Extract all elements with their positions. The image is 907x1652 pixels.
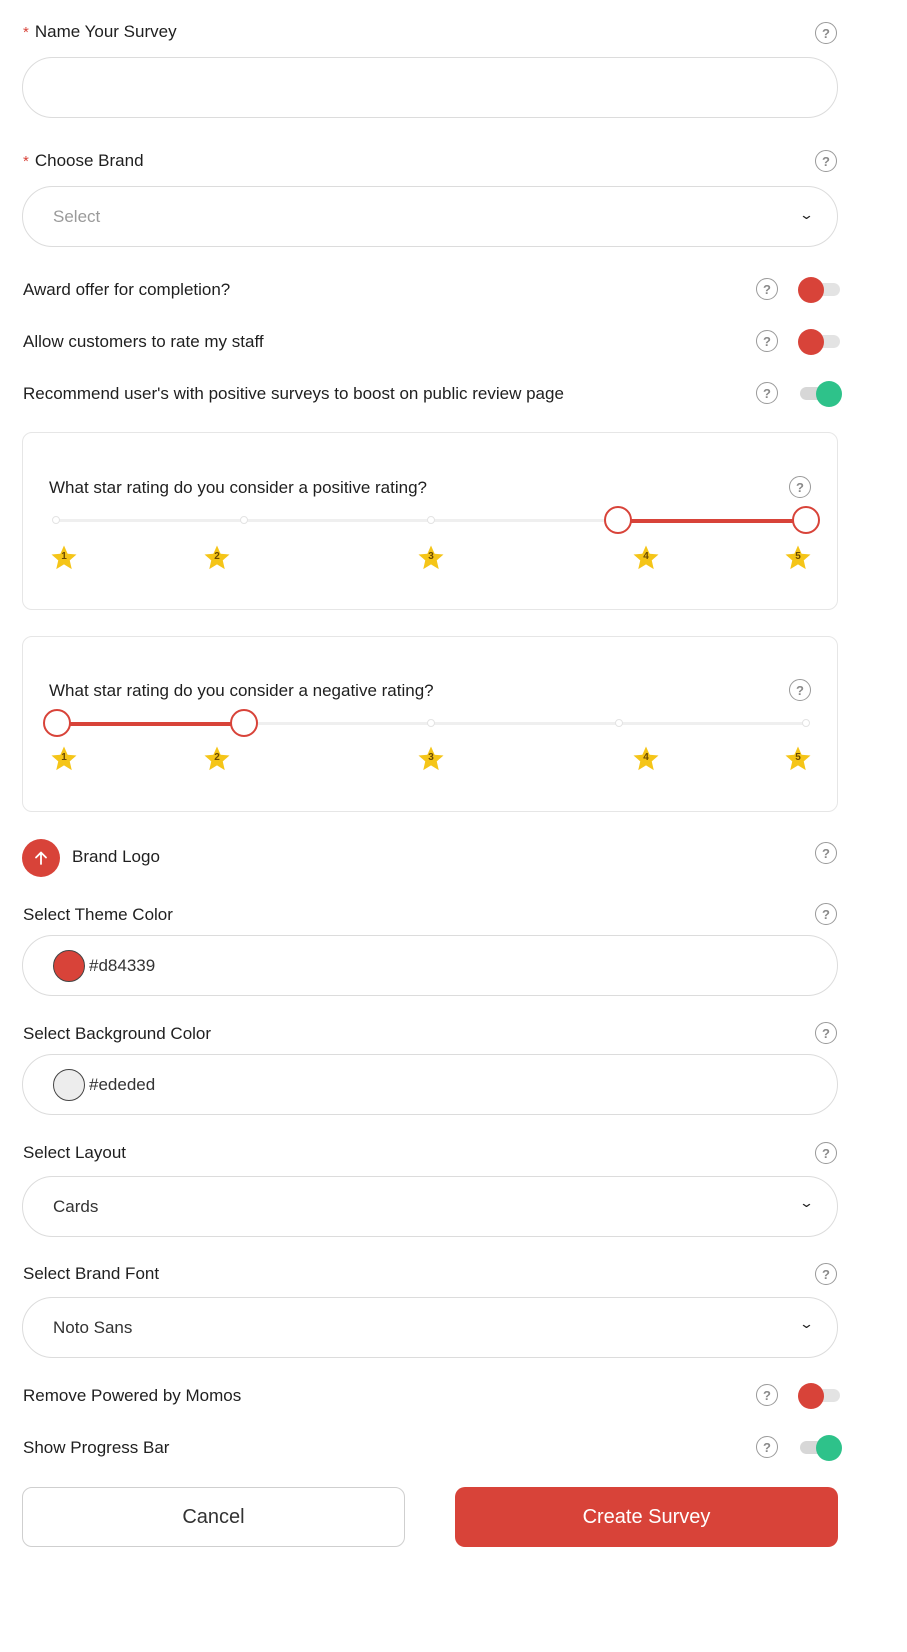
theme-color-swatch[interactable] [53,950,85,982]
star-icon[interactable]: 3 [416,543,446,573]
star-icon[interactable]: 5 [783,543,813,573]
help-icon[interactable]: ? [756,1436,778,1458]
toggle-progress-bar-label: Show Progress Bar [23,1438,170,1457]
help-icon[interactable]: ? [815,903,837,925]
toggle-recommend-label: Recommend user's with positive surveys t… [23,384,564,403]
theme-color-label: Select Theme Color [23,905,173,924]
toggle-progress-bar[interactable] [798,1435,842,1461]
negative-slider-range [56,722,244,726]
background-color-input[interactable]: #ededed [22,1054,838,1115]
positive-rating-card: What star rating do you consider a posit… [22,432,838,610]
star-icon[interactable]: 1 [49,744,79,774]
help-icon[interactable]: ? [756,278,778,300]
toggle-recommend[interactable] [798,381,842,407]
cancel-button[interactable]: Cancel [22,1487,405,1547]
star-icon[interactable]: 2 [202,744,232,774]
slider-dot[interactable] [802,719,810,727]
help-icon[interactable]: ? [815,1142,837,1164]
slider-dot[interactable] [427,516,435,524]
star-icon[interactable]: 4 [631,744,661,774]
star-icon[interactable]: 3 [416,744,446,774]
required-mark: * [23,24,29,41]
help-icon[interactable]: ? [815,1022,837,1044]
background-color-label: Select Background Color [23,1024,212,1043]
star-icon[interactable]: 2 [202,543,232,573]
brand-logo-label: Brand Logo [72,847,160,866]
survey-name-label: * Name Your Survey [23,22,177,41]
help-icon[interactable]: ? [789,679,811,701]
negative-slider-handle-min[interactable] [43,709,71,737]
help-icon[interactable]: ? [815,1263,837,1285]
toggle-remove-powered-label: Remove Powered by Momos [23,1386,242,1405]
toggle-rate-staff-label: Allow customers to rate my staff [23,332,264,351]
star-icon[interactable]: 1 [49,543,79,573]
brand-select[interactable]: Select ⌄ [22,186,838,247]
slider-dot[interactable] [52,516,60,524]
positive-slider-range [618,519,806,523]
star-icon[interactable]: 4 [631,543,661,573]
help-icon[interactable]: ? [756,330,778,352]
positive-slider-handle-max[interactable] [792,506,820,534]
slider-dot[interactable] [615,719,623,727]
positive-slider-handle-min[interactable] [604,506,632,534]
brand-label: * Choose Brand [23,151,144,170]
chevron-down-icon: ⌄ [798,1316,815,1331]
toggle-award[interactable] [798,277,840,303]
upload-arrow-icon [35,851,47,865]
help-icon[interactable]: ? [789,476,811,498]
brand-font-select[interactable]: Noto Sans ⌄ [22,1297,838,1358]
chevron-down-icon: ⌄ [798,1195,815,1210]
toggle-rate-staff[interactable] [798,329,840,355]
positive-rating-question: What star rating do you consider a posit… [49,478,427,497]
help-icon[interactable]: ? [815,22,837,44]
upload-logo-button[interactable] [22,839,60,877]
help-icon[interactable]: ? [815,842,837,864]
survey-name-input[interactable] [22,57,838,118]
slider-dot[interactable] [240,516,248,524]
slider-dot[interactable] [427,719,435,727]
create-survey-button[interactable]: Create Survey [455,1487,838,1547]
help-icon[interactable]: ? [815,150,837,172]
brand-font-label: Select Brand Font [23,1264,160,1283]
background-color-swatch[interactable] [53,1069,85,1101]
chevron-down-icon: ⌄ [798,207,815,222]
theme-color-input[interactable]: #d84339 [22,935,838,996]
toggle-award-label: Award offer for completion? [23,280,231,299]
layout-select[interactable]: Cards ⌄ [22,1176,838,1237]
negative-slider-handle-max[interactable] [230,709,258,737]
toggle-remove-powered[interactable] [798,1383,840,1409]
star-icon[interactable]: 5 [783,744,813,774]
help-icon[interactable]: ? [756,1384,778,1406]
layout-label: Select Layout [23,1143,127,1162]
help-icon[interactable]: ? [756,382,778,404]
negative-rating-question: What star rating do you consider a negat… [49,681,434,700]
negative-rating-card: What star rating do you consider a negat… [22,636,838,812]
